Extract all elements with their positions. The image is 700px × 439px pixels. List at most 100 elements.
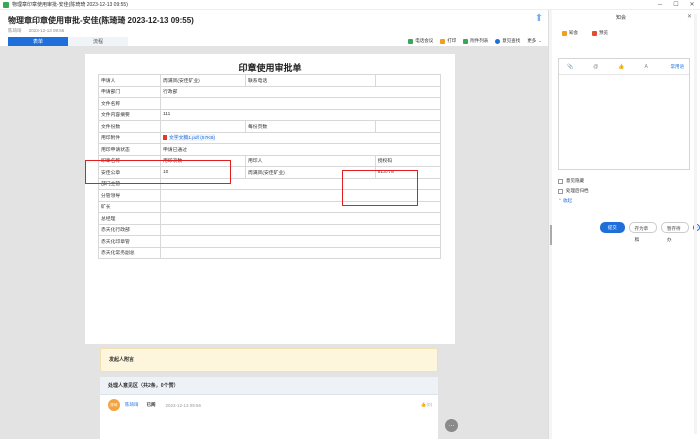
- main-content[interactable]: 印章使用审批单 申请人 周满凤(安佳矿业) 联系电话 申请部门 行政部 文件名称…: [0, 46, 550, 439]
- dept-value: 行政部: [160, 85, 441, 98]
- phone-value: [374, 74, 442, 87]
- sign-row-label: 赤天化行政部: [98, 223, 161, 236]
- hide-opinion-option[interactable]: 意见隐藏: [558, 178, 584, 184]
- highlight-box-auth-code: [342, 170, 418, 206]
- more-button[interactable]: 更多 ⌄: [527, 38, 542, 44]
- handler-opinion-title: 处理人意见区（共2条，0个赞）: [100, 377, 438, 395]
- scroll-top-icon[interactable]: ⬆: [534, 14, 544, 26]
- save-draft-button[interactable]: 存为草稿: [628, 222, 658, 242]
- sponsor-note-title: 发起人附言: [109, 357, 135, 363]
- highlight-box-status: [85, 160, 231, 184]
- editor-toolbar: 📎 @ 👍 A 常用语: [559, 59, 689, 75]
- phone-meeting-button[interactable]: 电话会议: [408, 38, 433, 44]
- tab-notify[interactable]: 知会: [562, 30, 578, 36]
- list-item: 陈琦 陈琦琦 已阅 2023-12-13 09:56 👍(0): [100, 395, 438, 415]
- archive-option[interactable]: 处理后归档: [558, 188, 589, 194]
- right-panel-tabs: 知会 预览: [562, 30, 622, 36]
- avatar: 陈琦: [108, 399, 120, 411]
- attach-label: 用印附件: [98, 131, 161, 144]
- hide-opinion-checkbox[interactable]: [558, 178, 563, 184]
- sign-row-label: 矿长: [98, 200, 161, 213]
- table-row: 赤天化常务副总: [98, 246, 441, 259]
- table-row: 申请人 周满凤(安佳矿业) 联系电话: [98, 74, 442, 87]
- phone-icon: [408, 38, 414, 44]
- sign-row-value: [160, 212, 441, 225]
- find-opinion-button[interactable]: 意见查找: [495, 38, 520, 44]
- page-meta: 陈琦琦 2023-12-13 09:56: [8, 28, 70, 34]
- sign-row-label: 总经理: [98, 212, 161, 225]
- auth-code-label: 授权码: [374, 154, 442, 167]
- hold-todo-button[interactable]: 暂存待办: [661, 222, 690, 242]
- minimize-icon[interactable]: ─: [652, 0, 668, 10]
- archive-checkbox[interactable]: [558, 188, 563, 194]
- table-row: 文件内容摘要 111: [98, 108, 441, 121]
- phone-label: 联系电话: [245, 74, 376, 87]
- pages-label: 每份页数: [245, 120, 376, 133]
- table-row: 赤天化行政部: [98, 223, 441, 236]
- right-panel: 知会 ✕ 知会 预览 📎 @ 👍 A 常用语 意见隐藏 处理后归档 ⌃ 收起 提…: [552, 10, 700, 439]
- handler-name[interactable]: 陈琦琦: [125, 402, 139, 408]
- thumb-up-icon[interactable]: 👍: [618, 64, 624, 70]
- window-controls: ─ ☐ ✕: [652, 0, 700, 10]
- font-icon[interactable]: A: [645, 64, 648, 70]
- attachment-icon[interactable]: 📎: [567, 64, 573, 70]
- sign-row-label: 赤天化印章管: [98, 235, 161, 248]
- attachment-link[interactable]: 文字文稿1.pdf (57KB): [169, 134, 216, 142]
- form-document: 印章使用审批单 申请人 周满凤(安佳矿业) 联系电话 申请部门 行政部 文件名称…: [85, 54, 455, 344]
- app-icon: [3, 1, 9, 8]
- sign-row-label: 分管领导: [98, 189, 161, 202]
- copies-label: 文件份数: [98, 120, 161, 133]
- doc-name-value: [160, 97, 441, 110]
- applicant-label: 申请人: [98, 74, 161, 87]
- search-icon: [495, 38, 501, 44]
- doc-summary-value: 111: [160, 108, 441, 121]
- at-icon[interactable]: @: [593, 64, 598, 70]
- handler-state: 已阅: [146, 402, 156, 407]
- toolbar-actions: 电话会议 打印 附件列表 意见查找 更多 ⌄: [401, 38, 542, 44]
- status-label: 用印申请状态: [98, 143, 161, 156]
- preview-icon: [592, 30, 597, 36]
- print-button[interactable]: 打印: [440, 38, 456, 44]
- handler-time: 2023-12-13 09:56: [165, 402, 202, 408]
- window-titlebar: 物理章印章使用审批-安佳(陈琦琦 2023-12-13 09:55) ─ ☐ ✕: [0, 0, 700, 10]
- dept-label: 申请部门: [98, 85, 161, 98]
- right-panel-scrollbar[interactable]: [694, 14, 697, 434]
- print-icon: [440, 38, 446, 44]
- sign-row-label: 赤天化常务副总: [98, 246, 161, 259]
- form-title: 印章使用审批单: [238, 63, 302, 73]
- opinion-editor[interactable]: 📎 @ 👍 A 常用语: [558, 58, 690, 170]
- created-time: 2023-12-13 09:56: [28, 28, 65, 33]
- maximize-icon[interactable]: ☐: [668, 0, 684, 10]
- applicant-value: 周满凤(安佳矿业): [160, 74, 246, 87]
- tab-preview[interactable]: 预览: [592, 30, 608, 36]
- table-row: 申请部门 行政部: [98, 85, 441, 98]
- submit-button[interactable]: 提交: [600, 222, 625, 233]
- sponsor-note-section: 发起人附言: [100, 348, 438, 372]
- doc-name-label: 文件名称: [98, 97, 161, 110]
- table-row: 用印附件 文字文稿1.pdf (57KB): [98, 131, 441, 144]
- attachment-icon: [463, 38, 469, 44]
- close-icon[interactable]: ✕: [684, 0, 700, 10]
- common-phrases-link[interactable]: 常用语: [671, 64, 685, 70]
- close-icon[interactable]: ✕: [687, 13, 692, 20]
- attachment-list-button[interactable]: 附件列表: [463, 38, 488, 44]
- chevron-down-icon: ⌄: [538, 38, 542, 43]
- handler-opinion-section: 处理人意见区（共2条，0个赞） 陈琦 陈琦琦 已阅 2023-12-13 09:…: [100, 377, 438, 439]
- right-panel-title: 知会: [615, 15, 626, 21]
- table-row: 文件名称: [98, 97, 441, 110]
- chat-bubble-icon[interactable]: …: [445, 419, 458, 432]
- attach-cell: 文字文稿1.pdf (57KB): [160, 131, 441, 144]
- table-row: 用印申请状态 申请已通过: [98, 143, 441, 156]
- like-button[interactable]: 👍(0): [421, 402, 432, 408]
- sign-row-value: [160, 235, 441, 248]
- action-buttons: 提交 存为草稿 暂存待办 ?: [600, 222, 700, 242]
- window-title: 物理章印章使用审批-安佳(陈琦琦 2023-12-13 09:55): [12, 2, 128, 8]
- copies-value: [160, 120, 246, 133]
- doc-summary-label: 文件内容摘要: [98, 108, 161, 121]
- page-header: 物理章印章使用审批-安佳(陈琦琦 2023-12-13 09:55) 陈琦琦 2…: [0, 10, 550, 47]
- table-row: 赤天化印章管: [98, 235, 441, 248]
- table-row: 总经理: [98, 212, 441, 225]
- page-title: 物理章印章使用审批-安佳(陈琦琦 2023-12-13 09:55): [8, 16, 194, 25]
- author-name[interactable]: 陈琦琦: [8, 28, 22, 33]
- collapse-link[interactable]: ⌃ 收起: [558, 198, 572, 204]
